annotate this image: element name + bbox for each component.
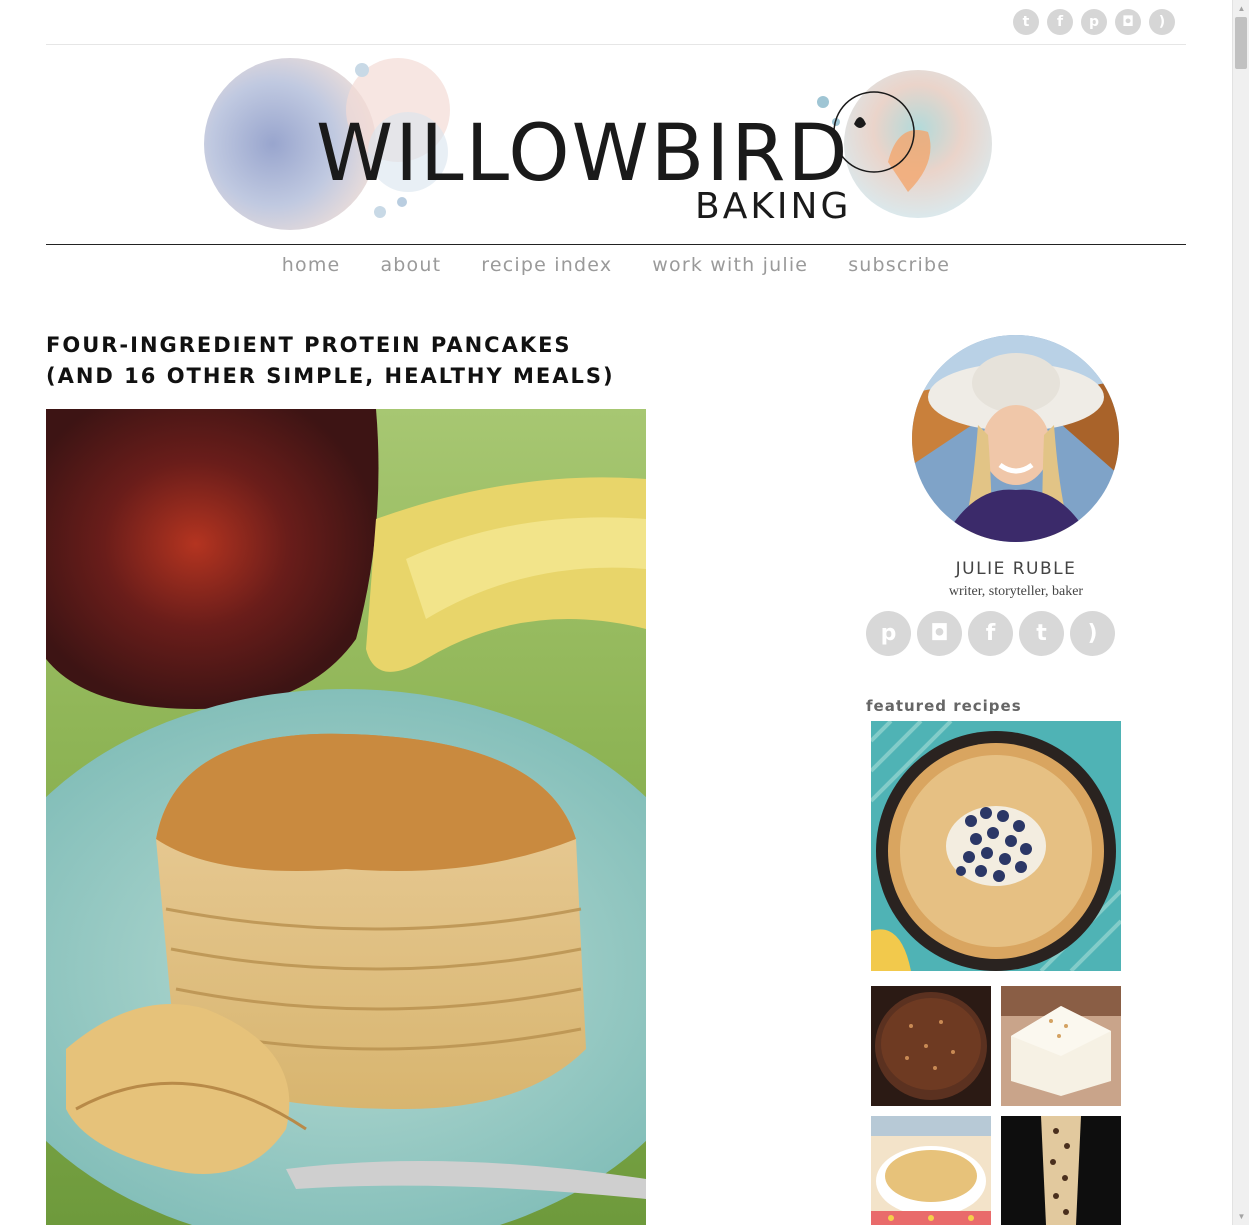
scroll-up-icon[interactable]: ▲ [1233, 0, 1249, 17]
coconut-cake-photo [1001, 986, 1121, 1106]
facebook-icon[interactable]: f [968, 611, 1013, 656]
nav-subscribe[interactable]: subscribe [848, 254, 950, 276]
instagram-icon[interactable]: ◘ [1115, 9, 1141, 35]
site-logo[interactable]: WILLOWBIRD BAKING [198, 52, 998, 237]
facebook-icon[interactable]: f [1047, 9, 1073, 35]
scroll-thumb[interactable] [1235, 17, 1247, 69]
blueberry-skillet-photo [871, 721, 1121, 971]
instagram-icon[interactable]: ◘ [917, 611, 962, 656]
nav-home[interactable]: home [282, 254, 341, 276]
featured-recipe-coconut-cake[interactable] [1001, 986, 1121, 1106]
nav-divider [46, 244, 1186, 245]
author-tagline: writer, storyteller, baker [948, 584, 1084, 599]
author-avatar[interactable] [912, 335, 1119, 542]
casserole-photo [871, 1116, 991, 1225]
main-nav: home about recipe index work with julie … [0, 254, 1232, 276]
vertical-scrollbar[interactable]: ▲ ▼ [1232, 0, 1249, 1225]
author-photo [912, 335, 1119, 542]
featured-recipe-casserole[interactable] [871, 1116, 991, 1225]
pinterest-icon[interactable]: p [866, 611, 911, 656]
rss-icon[interactable]: ) [1149, 9, 1175, 35]
bars-photo [1001, 1116, 1121, 1225]
nav-work-with-julie[interactable]: work with julie [652, 254, 808, 276]
logo-word-baking: BAKING [695, 186, 851, 227]
sidebar-social-bar: p ◘ f t ) [866, 611, 1115, 656]
post-title[interactable]: FOUR-INGREDIENT PROTEIN PANCAKES (AND 16… [46, 330, 646, 392]
twitter-icon[interactable]: t [1019, 611, 1064, 656]
post-hero-image[interactable] [46, 409, 646, 1225]
pinterest-icon[interactable]: p [1081, 9, 1107, 35]
featured-recipe-blueberry-skillet[interactable] [871, 721, 1121, 971]
scroll-down-icon[interactable]: ▼ [1233, 1208, 1249, 1225]
featured-recipes-heading: featured recipes [866, 697, 1022, 715]
top-social-bar: t f p ◘ ) [1013, 9, 1175, 35]
nav-recipe-index[interactable]: recipe index [481, 254, 612, 276]
pancake-photo [46, 409, 646, 1225]
page: t f p ◘ ) WILLOWBIRD BAKING home about r… [0, 0, 1249, 1225]
nav-about[interactable]: about [380, 254, 441, 276]
top-divider [46, 44, 1186, 45]
featured-recipe-chocolate-cake[interactable] [871, 986, 991, 1106]
rss-icon[interactable]: ) [1070, 611, 1115, 656]
author-name: JULIE RUBLE [955, 559, 1077, 579]
twitter-icon[interactable]: t [1013, 9, 1039, 35]
chocolate-cake-photo [871, 986, 991, 1106]
featured-recipe-bars[interactable] [1001, 1116, 1121, 1225]
logo-graphic: WILLOWBIRD BAKING [204, 58, 992, 230]
